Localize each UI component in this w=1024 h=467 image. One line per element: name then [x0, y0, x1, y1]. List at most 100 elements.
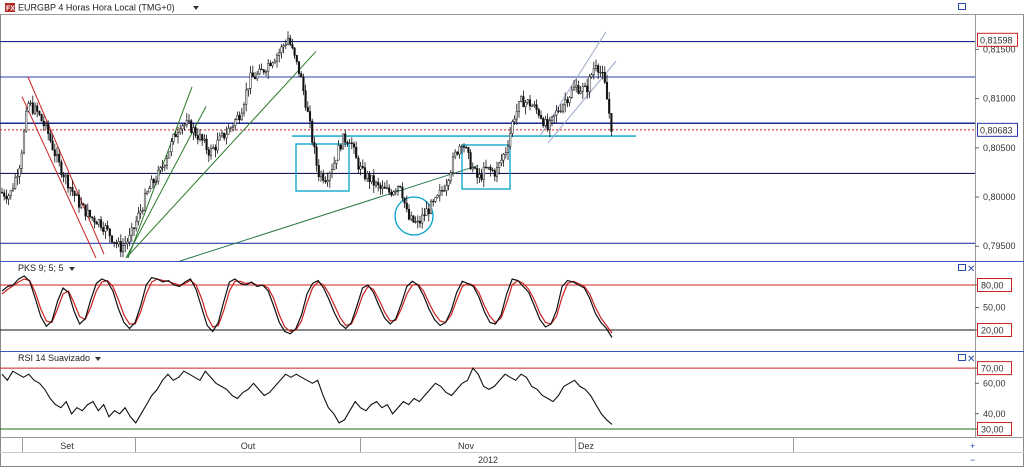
- rsi-tick-label: 60,00: [983, 378, 1006, 388]
- candle-body: [121, 245, 125, 253]
- candle-body: [315, 146, 318, 166]
- candle-body: [31, 102, 34, 114]
- candle-body: [25, 110, 28, 132]
- candle-body: [368, 173, 371, 183]
- candle-body: [370, 175, 373, 183]
- candle-body: [36, 105, 39, 112]
- candle-body: [423, 214, 426, 216]
- candle-body: [159, 167, 162, 171]
- candle-body: [249, 72, 252, 89]
- candle-body: [117, 241, 120, 245]
- candle-body: [557, 110, 560, 112]
- rsi-close-icon[interactable]: ✕: [967, 354, 975, 365]
- candle-body: [597, 65, 600, 73]
- candle-body: [564, 99, 567, 106]
- candle-body: [559, 110, 562, 113]
- candle-body: [429, 200, 433, 215]
- stoch-dropdown-icon[interactable]: [69, 267, 75, 271]
- rsi-dropdown-icon[interactable]: [95, 357, 101, 361]
- stoch-level-label: 20,00: [981, 326, 1004, 336]
- candle-body: [390, 191, 393, 196]
- candle-body: [588, 76, 591, 93]
- candle-body: [438, 190, 441, 196]
- downtrend-line: [21, 96, 97, 259]
- month-label: Set: [60, 441, 74, 451]
- price-tick-label: 0,81000: [983, 94, 1016, 104]
- candle-body: [313, 142, 316, 148]
- candle-body: [489, 166, 492, 171]
- candle-body: [289, 37, 292, 45]
- candle-body: [454, 151, 457, 158]
- candle-body: [586, 85, 589, 93]
- candle-body: [445, 185, 448, 191]
- candle-body: [73, 191, 76, 196]
- candle-body: [14, 177, 17, 189]
- downtrend-line: [27, 76, 105, 255]
- candle-body: [570, 89, 573, 98]
- stoch-maximize-icon[interactable]: [958, 264, 966, 271]
- candle-body: [319, 172, 323, 178]
- candle-body: [42, 120, 45, 127]
- candle-body: [550, 116, 554, 121]
- candle-body: [546, 119, 549, 130]
- candle-body: [86, 209, 89, 217]
- candle-body: [77, 194, 81, 208]
- stoch-close-icon[interactable]: ✕: [967, 264, 975, 275]
- candle-body: [297, 61, 301, 74]
- candle-body: [231, 125, 235, 128]
- candle-body: [344, 133, 347, 143]
- candle-body: [135, 220, 138, 229]
- candle-body: [517, 101, 521, 112]
- candle-body: [27, 103, 30, 112]
- candle-body: [218, 135, 221, 141]
- candle-body: [458, 146, 461, 155]
- rsi-level-label: 30,00: [981, 424, 1004, 434]
- candle-body: [506, 145, 510, 153]
- candle-body: [399, 185, 402, 188]
- candle-body: [216, 139, 219, 151]
- zoom-out-icon[interactable]: −: [970, 455, 975, 465]
- candle-body: [47, 123, 50, 134]
- candle-body: [326, 180, 329, 183]
- candle-body: [75, 194, 78, 196]
- candle-body: [407, 208, 411, 220]
- candle-body: [577, 85, 580, 94]
- chart-window: FX EURGBP 4 Horas Hora Local (TMG+0) 0,815…: [0, 0, 1024, 467]
- candle-body: [146, 191, 149, 194]
- candle-body: [381, 186, 384, 189]
- candle-body: [308, 111, 312, 122]
- candle-body: [139, 210, 142, 214]
- candle-body: [311, 120, 314, 143]
- candle-body: [306, 107, 309, 112]
- candle-body: [467, 147, 470, 153]
- candle-body: [214, 147, 217, 151]
- candle-body: [537, 109, 540, 116]
- year-label: 2012: [478, 455, 498, 465]
- candle-body: [194, 127, 197, 136]
- candle-body: [359, 166, 362, 170]
- candle-body: [603, 72, 606, 83]
- rsi-title: RSI 14 Suavizado: [18, 353, 90, 363]
- candle-body: [302, 77, 305, 92]
- chart-canvas: FX EURGBP 4 Horas Hora Local (TMG+0) 0,815…: [0, 0, 1024, 467]
- candle-body: [102, 227, 105, 232]
- candle-body: [253, 76, 257, 79]
- rsi-maximize-icon[interactable]: [958, 354, 966, 361]
- candle-body: [361, 166, 364, 168]
- candle-body: [258, 68, 261, 75]
- rsi-line: [1, 367, 613, 425]
- candle-body: [447, 180, 450, 186]
- candle-body: [451, 156, 455, 173]
- candle-body: [154, 181, 158, 184]
- candle-body: [414, 221, 417, 223]
- zoom-in-icon[interactable]: +: [970, 441, 975, 451]
- candle-body: [502, 154, 505, 161]
- candle-body: [478, 174, 481, 178]
- candle-body: [29, 102, 32, 104]
- candle-body: [229, 127, 232, 129]
- candle-body: [49, 133, 52, 141]
- candle-body: [462, 146, 466, 148]
- candle-body: [412, 215, 415, 223]
- candle-body: [324, 180, 327, 183]
- candle-body: [482, 166, 485, 180]
